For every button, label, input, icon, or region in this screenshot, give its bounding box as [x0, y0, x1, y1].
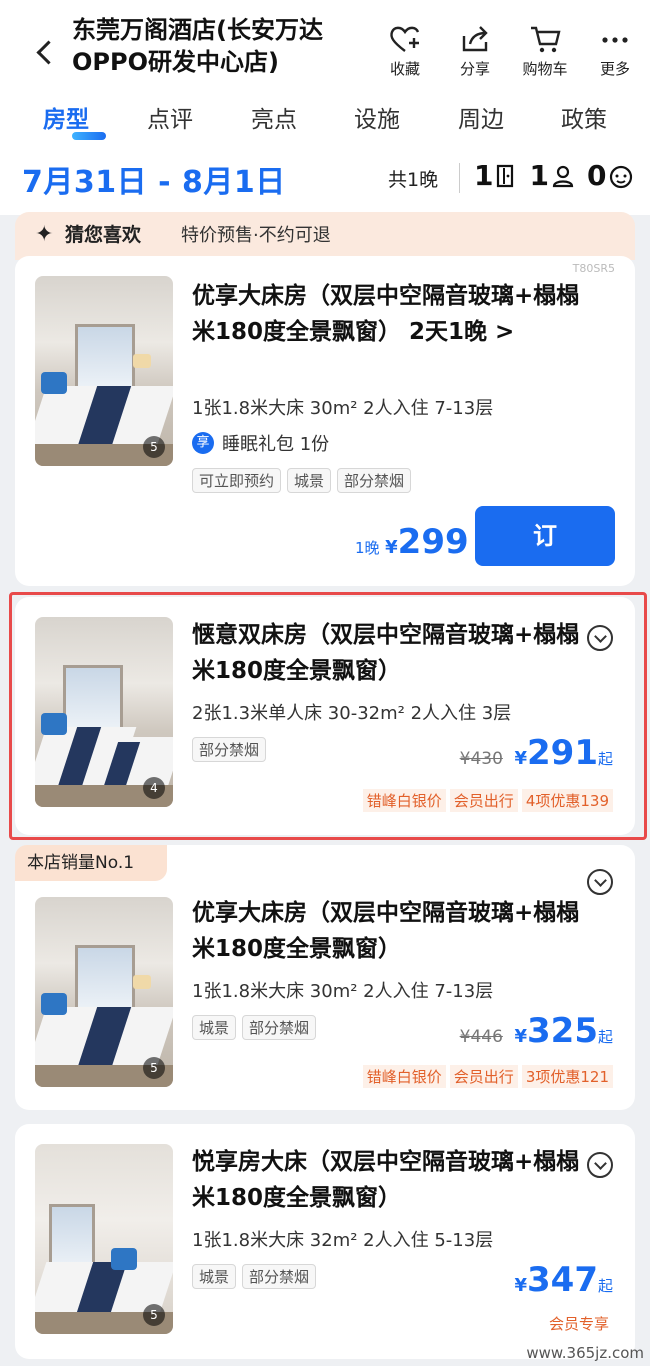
room-tag: 城景: [287, 468, 332, 493]
room-tag: 部分禁烟: [242, 1264, 317, 1289]
photo-count: 5: [143, 436, 165, 458]
price-suffix: 起: [597, 1277, 613, 1295]
header-actions: 收藏 分享 购物车 更多: [370, 24, 650, 79]
room-tags: 城景 部分禁烟: [192, 1264, 322, 1289]
promo-tag[interactable]: 3项优惠121: [521, 1065, 613, 1088]
tab-nearby[interactable]: 周边: [441, 100, 521, 134]
room-tag: 城景: [192, 1015, 237, 1040]
perk-text: 睡眠礼包 1份: [222, 434, 330, 455]
room-tag: 可立即预约: [192, 468, 282, 493]
room-photo[interactable]: 5: [35, 1144, 173, 1334]
favorite-label: 收藏: [389, 60, 420, 78]
room-price: ¥347起: [514, 1260, 613, 1300]
currency: ¥: [514, 1026, 527, 1047]
watermark: www.365jz.com: [526, 1344, 644, 1362]
price-value: 347: [527, 1260, 598, 1300]
more-button[interactable]: 更多: [580, 24, 650, 79]
recommend-subtitle: 特价预售·不约可退: [181, 225, 331, 246]
guest-selector[interactable]: 1 1 0: [474, 159, 646, 192]
divider: [459, 163, 460, 193]
more-icon: [602, 37, 628, 43]
room-tag: 城景: [192, 1264, 237, 1289]
book-button[interactable]: 订: [475, 506, 615, 566]
currency: ¥: [385, 537, 398, 558]
photo-count: 5: [143, 1057, 165, 1079]
room-name: 优享大床房（双层中空隔音玻璃+榻榻米180度全景飘窗）: [192, 900, 580, 962]
children-count: 0: [586, 159, 607, 192]
recommend-title: 猜您喜欢: [65, 224, 142, 246]
adult-person-icon: [552, 165, 574, 187]
room-tag: 部分禁烟: [242, 1015, 317, 1040]
tab-highlights[interactable]: 亮点: [234, 100, 314, 134]
price-prefix: 1晚: [355, 539, 380, 557]
room-name: 优享大床房（双层中空隔音玻璃+榻榻米180度全景飘窗） 2天1晚 >: [192, 283, 580, 345]
room-door-icon: [497, 164, 514, 187]
cart-button[interactable]: 购物车: [510, 24, 580, 79]
date-range[interactable]: 7月31日 - 8月1日: [22, 157, 286, 201]
expand-chevron-icon[interactable]: [587, 1152, 613, 1178]
room-photo[interactable]: 5: [35, 276, 173, 466]
tab-bar: 房型 点评 亮点 设施 周边 政策: [0, 100, 650, 144]
child-face-icon: [610, 165, 633, 188]
room-tags: 可立即预约 城景 部分禁烟: [192, 468, 417, 493]
date-row: 7月31日 - 8月1日 共1晚 1 1 0: [0, 155, 650, 203]
heart-plus-icon: [390, 26, 420, 52]
share-icon: [462, 26, 488, 52]
expand-chevron-icon[interactable]: [587, 869, 613, 895]
room-spec: 1张1.8米大床 32m² 2人入住 5-13层: [192, 1230, 494, 1251]
room-spec: 1张1.8米大床 30m² 2人入住 7-13层: [192, 398, 494, 419]
promo-tags: 会员专享: [541, 1312, 613, 1335]
cart-icon: [531, 26, 561, 53]
recommend-banner: ✦ 猜您喜欢 特价预售·不约可退: [15, 212, 635, 260]
tab-room-types[interactable]: 房型: [26, 100, 106, 134]
promo-tag: 会员专享: [548, 1315, 609, 1333]
photo-count: 5: [143, 1304, 165, 1326]
tab-facilities[interactable]: 设施: [337, 100, 417, 134]
hotel-title: 东莞万阁酒店(长安万达OPPO研发中心店): [72, 16, 323, 76]
header: 东莞万阁酒店(长安万达OPPO研发中心店) 收藏 分享 购物车 更多 房型 点评…: [0, 0, 650, 215]
price-suffix: 起: [597, 1028, 613, 1046]
more-label: 更多: [599, 60, 630, 78]
promo-tag: 会员出行: [449, 1065, 518, 1088]
cart-label: 购物车: [522, 60, 568, 78]
room-price: ¥446 ¥325起: [460, 1011, 613, 1051]
room-photo[interactable]: 5: [35, 897, 173, 1087]
perk-icon: 享: [192, 432, 214, 454]
sparkle-icon: ✦: [35, 222, 54, 247]
tab-active-indicator: [72, 132, 106, 140]
promo-tags: 错峰白银价 会员出行 3项优惠121: [359, 1065, 613, 1088]
room-card-1[interactable]: T80SR5 5 优享大床房（双层中空隔音玻璃+榻榻米180度全景飘窗） 2天1…: [15, 256, 635, 586]
nights-count: 共1晚: [388, 169, 439, 191]
tab-policy[interactable]: 政策: [544, 100, 624, 134]
room-card-3[interactable]: 5 优享大床房（双层中空隔音玻璃+榻榻米180度全景飘窗） 1张1.8米大床 3…: [15, 845, 635, 1110]
best-seller-badge: 本店销量No.1: [15, 845, 167, 881]
perk-row: 享 睡眠礼包 1份: [192, 430, 329, 456]
share-label: 分享: [459, 60, 490, 78]
price-value: 299: [397, 522, 469, 562]
price-value: 325: [527, 1011, 598, 1051]
share-button[interactable]: 分享: [440, 24, 510, 79]
highlight-frame: [9, 592, 647, 840]
room-code: T80SR5: [572, 262, 615, 275]
favorite-button[interactable]: 收藏: [370, 24, 440, 79]
room-card-4[interactable]: 5 悦享房大床（双层中空隔音玻璃+榻榻米180度全景飘窗） 1张1.8米大床 3…: [15, 1124, 635, 1359]
original-price: ¥446: [459, 1027, 503, 1047]
adults-count: 1: [529, 159, 549, 192]
room-name: 悦享房大床（双层中空隔音玻璃+榻榻米180度全景飘窗）: [192, 1149, 580, 1211]
room-tag: 部分禁烟: [337, 468, 412, 493]
currency: ¥: [514, 1275, 527, 1296]
room-price: 1晚 ¥299: [355, 522, 469, 562]
promo-tag: 错峰白银价: [362, 1065, 446, 1088]
back-arrow-icon[interactable]: [34, 38, 58, 68]
rooms-count: 1: [474, 159, 494, 192]
room-spec: 1张1.8米大床 30m² 2人入住 7-13层: [192, 981, 494, 1002]
room-tags: 城景 部分禁烟: [192, 1015, 322, 1040]
tab-reviews[interactable]: 点评: [130, 100, 210, 134]
